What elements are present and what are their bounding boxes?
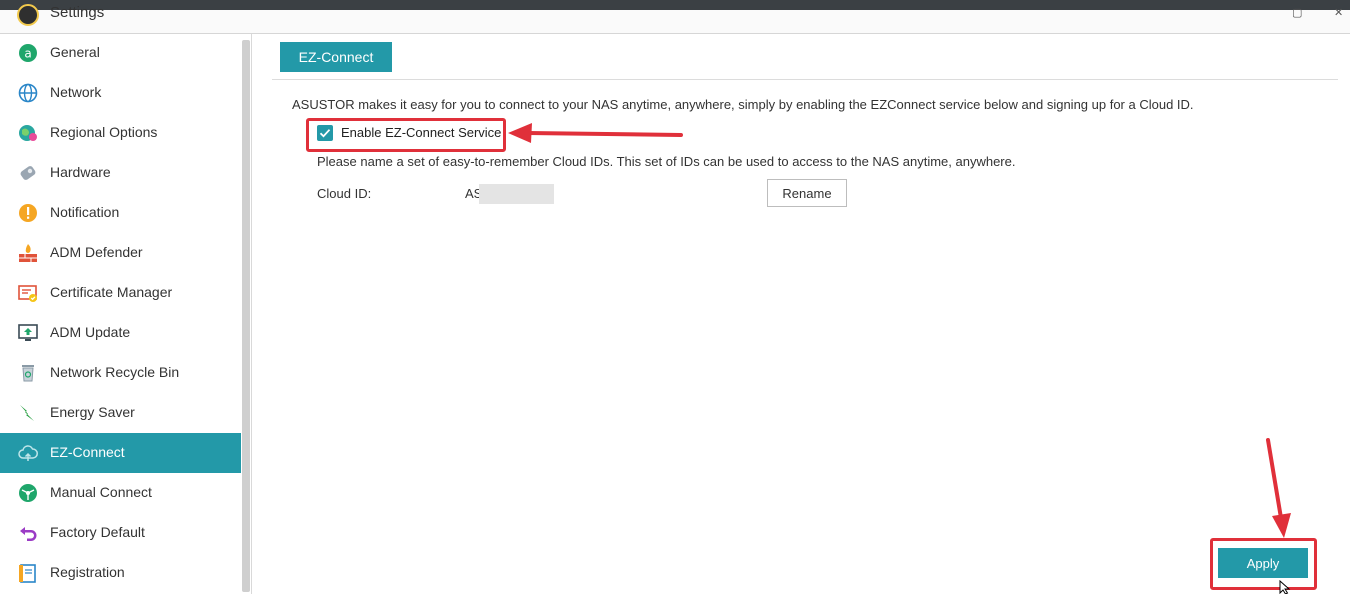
update-icon bbox=[18, 324, 38, 341]
sidebar-item-notification[interactable]: Notification bbox=[0, 193, 241, 233]
sidebar-item-manual-connect[interactable]: Manual Connect bbox=[0, 473, 241, 513]
sidebar-item-factory-default[interactable]: Factory Default bbox=[0, 513, 241, 553]
sidebar-item-label: General bbox=[50, 44, 100, 60]
sidebar-item-energy-saver[interactable]: Energy Saver bbox=[0, 393, 241, 433]
sidebar-item-label: Registration bbox=[50, 564, 125, 580]
sidebar-item-label: Energy Saver bbox=[50, 404, 135, 420]
sidebar-item-label: Network bbox=[50, 84, 102, 100]
title-bar: Settings ▢ ✕ bbox=[0, 4, 1350, 34]
annotation-highlight-checkbox bbox=[306, 118, 506, 152]
undo-icon bbox=[20, 527, 37, 541]
sidebar-item-label: Regional Options bbox=[50, 124, 158, 140]
sidebar-item-label: Network Recycle Bin bbox=[50, 364, 180, 380]
sidebar-item-adm-update[interactable]: ADM Update bbox=[0, 313, 241, 353]
annotation-arrow-checkbox bbox=[508, 123, 683, 143]
sidebar-item-label: Notification bbox=[50, 204, 120, 220]
regional-icon bbox=[19, 125, 37, 141]
close-icon[interactable]: ✕ bbox=[1334, 6, 1343, 19]
sidebar: a General Network Regional Options Hardw… bbox=[0, 34, 252, 594]
cloud-id-description: Please name a set of easy-to-remember Cl… bbox=[317, 154, 1016, 169]
window-title: Settings bbox=[50, 4, 105, 21]
cloud-id-redacted bbox=[479, 184, 554, 204]
mouse-cursor-icon bbox=[1279, 580, 1291, 594]
rename-button[interactable]: Rename bbox=[767, 179, 847, 207]
cloud-id-label: Cloud ID: bbox=[317, 186, 372, 201]
cloud-icon bbox=[18, 445, 38, 461]
sidebar-item-certificate-manager[interactable]: Certificate Manager bbox=[0, 273, 241, 313]
sidebar-item-label: Hardware bbox=[50, 164, 111, 180]
sidebar-item-label: ADM Defender bbox=[50, 244, 143, 260]
sidebar-item-network[interactable]: Network bbox=[0, 73, 241, 113]
firewall-icon bbox=[19, 244, 37, 262]
annotation-highlight-apply bbox=[1210, 538, 1317, 590]
general-icon: a bbox=[19, 44, 37, 62]
sidebar-item-hardware[interactable]: Hardware bbox=[0, 153, 241, 193]
sidebar-item-general[interactable]: a General bbox=[0, 33, 241, 73]
sidebar-item-ez-connect[interactable]: EZ-Connect bbox=[0, 433, 241, 473]
tab-divider bbox=[272, 79, 1338, 80]
recycle-bin-icon bbox=[22, 365, 34, 382]
manual-connect-icon bbox=[19, 484, 37, 502]
energy-icon bbox=[20, 405, 34, 421]
sidebar-item-label: Factory Default bbox=[50, 524, 145, 540]
notification-icon bbox=[19, 204, 37, 222]
sidebar-item-label: Manual Connect bbox=[50, 484, 152, 500]
sidebar-item-regional-options[interactable]: Regional Options bbox=[0, 113, 241, 153]
settings-app-icon bbox=[17, 4, 39, 26]
sidebar-item-network-recycle-bin[interactable]: Network Recycle Bin bbox=[0, 353, 241, 393]
os-top-strip bbox=[0, 0, 1350, 10]
certificate-icon bbox=[18, 285, 37, 302]
registration-icon bbox=[19, 564, 36, 583]
annotation-arrow-apply bbox=[1266, 438, 1291, 538]
intro-text: ASUSTOR makes it easy for you to connect… bbox=[292, 97, 1194, 112]
globe-icon bbox=[18, 83, 38, 103]
sidebar-item-label: EZ-Connect bbox=[50, 444, 125, 460]
sidebar-scrollbar[interactable] bbox=[242, 40, 250, 592]
tab-ez-connect[interactable]: EZ-Connect bbox=[280, 42, 392, 72]
sidebar-item-registration[interactable]: Registration bbox=[0, 553, 241, 593]
sidebar-item-adm-defender[interactable]: ADM Defender bbox=[0, 233, 241, 273]
sidebar-item-label: ADM Update bbox=[50, 324, 131, 340]
svg-text:a: a bbox=[24, 47, 31, 61]
maximize-icon[interactable]: ▢ bbox=[1292, 6, 1302, 19]
hardware-icon bbox=[20, 166, 36, 180]
sidebar-item-label: Certificate Manager bbox=[50, 284, 173, 300]
